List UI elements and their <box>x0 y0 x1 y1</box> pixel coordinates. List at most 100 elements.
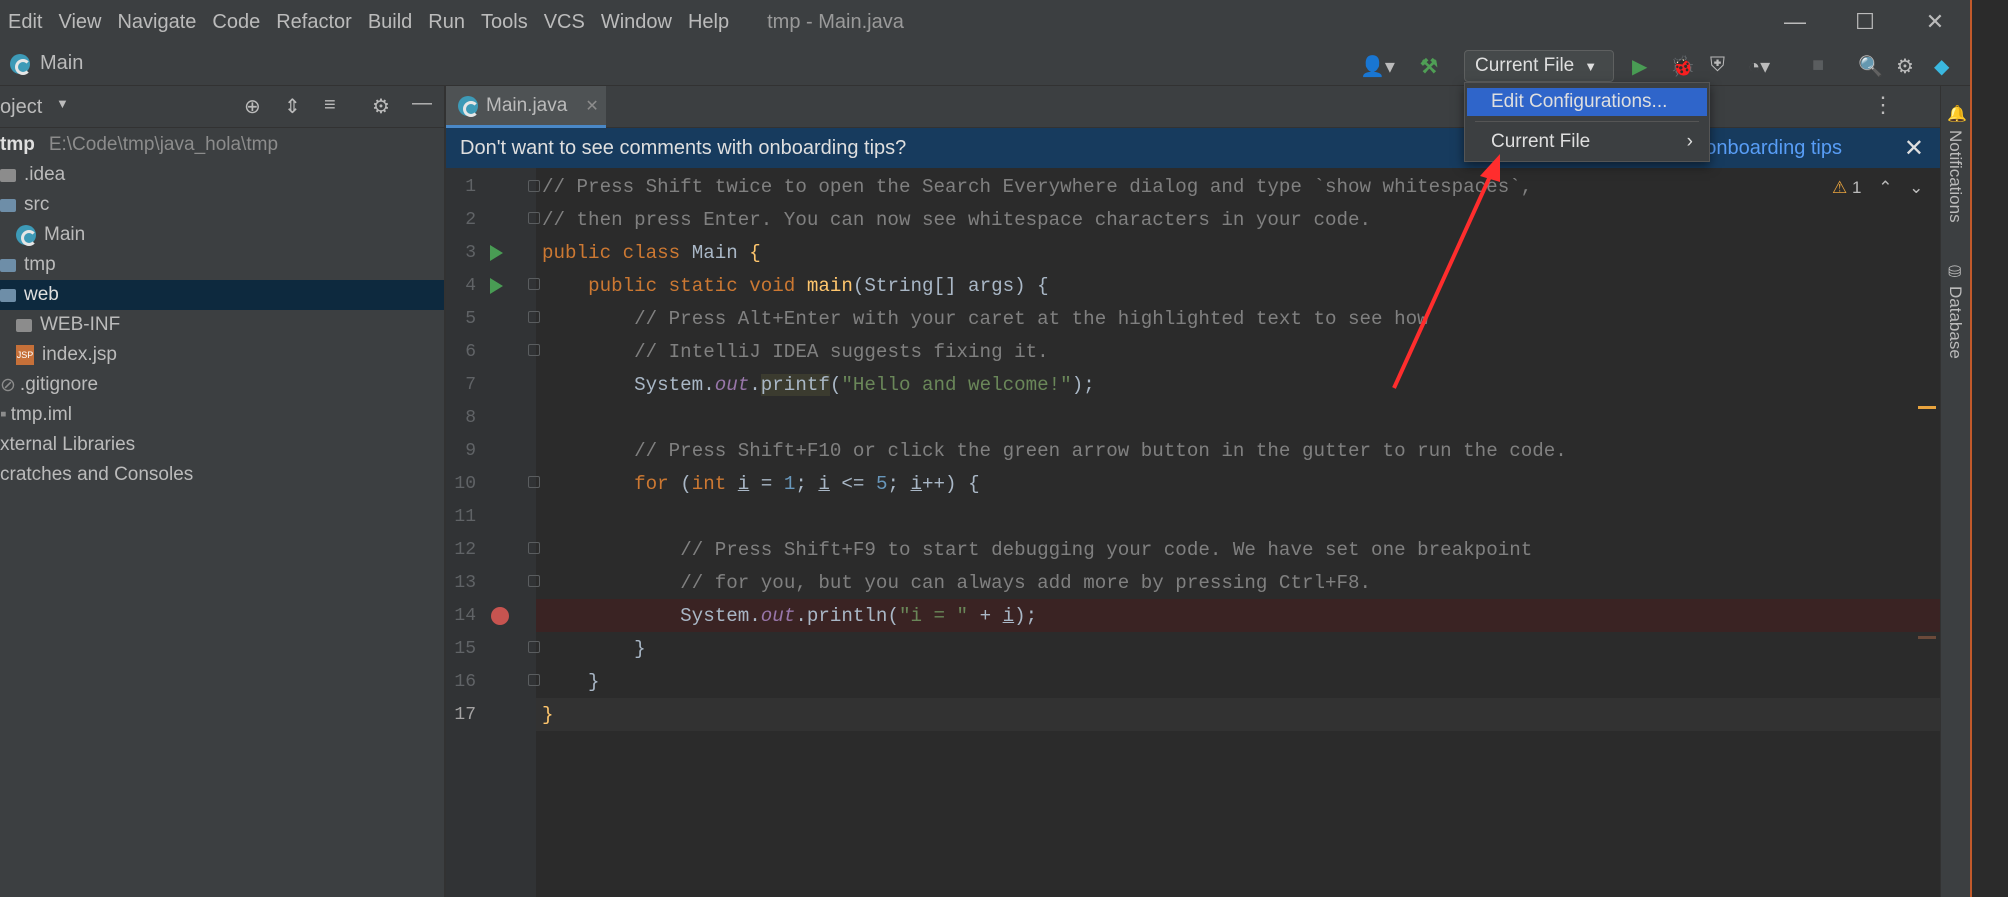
database-icon[interactable]: ⛁ <box>1948 262 1961 282</box>
close-window-button[interactable]: ✕ <box>1900 0 1970 44</box>
user-icon[interactable]: 👤▾ <box>1360 54 1395 79</box>
edit-configurations-item[interactable]: Edit Configurations... <box>1467 88 1707 116</box>
tree-item-tmp[interactable]: tmp <box>0 250 444 280</box>
build-hammer-icon[interactable]: ⚒ <box>1420 54 1438 79</box>
line-number: 8 <box>465 408 476 428</box>
menu-code[interactable]: Code <box>204 11 268 34</box>
code-line: System.out.println("i = " + i); <box>542 605 1038 627</box>
line-number: 14 <box>454 606 476 626</box>
breadcrumb[interactable]: Main <box>10 52 83 75</box>
notifications-tab[interactable]: Notifications <box>1945 130 1965 223</box>
tree-item-idea[interactable]: .idea <box>0 160 444 190</box>
menu-refactor[interactable]: Refactor <box>268 11 360 34</box>
tree-item-label: src <box>24 194 50 215</box>
close-icon[interactable]: ✕ <box>585 96 598 116</box>
breadcrumb-main[interactable]: Main <box>40 52 83 75</box>
bell-icon[interactable]: 🔔 <box>1947 104 1967 124</box>
fold-icon[interactable] <box>528 311 540 323</box>
class-icon <box>16 225 37 246</box>
fold-icon[interactable] <box>528 476 540 488</box>
menu-view[interactable]: View <box>50 11 109 34</box>
jetbrains-icon[interactable]: ◆ <box>1934 54 1949 79</box>
menu-help[interactable]: Help <box>680 11 737 34</box>
tree-item-label: tmp.iml <box>10 404 72 425</box>
code-line: // Press Shift+F10 or click the green ar… <box>634 440 1567 462</box>
run-icon[interactable]: ▶ <box>1632 54 1647 79</box>
chevron-up-icon[interactable]: ⌃ <box>1878 178 1892 197</box>
tree-item-web[interactable]: web <box>0 280 444 310</box>
breakpoint-icon[interactable] <box>491 607 509 625</box>
jsp-file-icon: JSP <box>16 345 34 365</box>
more-options-icon[interactable]: ⋮ <box>1872 92 1894 118</box>
tree-item-root[interactable]: tmp E:\Code\tmp\java_hola\tmp <box>0 130 444 160</box>
tree-item-label: index.jsp <box>42 344 117 365</box>
menu-run[interactable]: Run <box>420 11 473 34</box>
fold-icon[interactable] <box>528 542 540 554</box>
run-config-combo[interactable]: Current File ▼ <box>1464 50 1614 82</box>
ignore-file-icon: ⊘ <box>0 374 16 396</box>
coverage-icon[interactable]: ⛨ <box>1710 54 1725 77</box>
tree-item-main[interactable]: Main <box>0 220 444 250</box>
menu-tools[interactable]: Tools <box>473 11 536 34</box>
gear-icon[interactable]: ⚙ <box>1896 54 1914 79</box>
project-view-label[interactable]: oject <box>0 96 42 119</box>
tree-item-external-libraries[interactable]: xternal Libraries <box>0 430 444 460</box>
menu-window[interactable]: Window <box>593 11 680 34</box>
fold-icon[interactable] <box>528 278 540 290</box>
line-number: 5 <box>465 309 476 329</box>
tree-item-scratches[interactable]: cratches and Consoles <box>0 460 444 490</box>
folder-icon <box>16 318 32 332</box>
banner-text: Don't want to see comments with onboardi… <box>460 136 907 159</box>
close-icon[interactable]: ✕ <box>1904 134 1924 163</box>
tree-item-tmp-iml[interactable]: ▪ tmp.iml <box>0 400 444 430</box>
run-gutter-icon[interactable] <box>490 245 503 261</box>
inspection-widget[interactable]: ⚠ 1 ⌃ ⌄ <box>1832 178 1923 198</box>
locate-icon[interactable]: ⊕ <box>244 94 261 119</box>
fold-icon[interactable] <box>528 575 540 587</box>
code-line: // Press Shift twice to open the Search … <box>542 176 1533 198</box>
tab-main-java[interactable]: Main.java ✕ <box>446 86 606 128</box>
line-number: 1 <box>465 177 476 197</box>
gear-icon[interactable]: ⚙ <box>372 94 390 119</box>
fold-icon[interactable] <box>528 212 540 224</box>
code-line: } <box>542 704 554 726</box>
search-icon[interactable]: 🔍 <box>1858 54 1883 79</box>
debug-icon[interactable]: 🐞 <box>1670 54 1695 79</box>
tree-item-index-jsp[interactable]: JSP index.jsp <box>0 340 444 370</box>
web-folder-icon <box>0 288 16 302</box>
tree-item-label: web <box>24 284 59 305</box>
line-number: 2 <box>465 210 476 230</box>
profile-icon[interactable]: ◔▾ <box>1748 54 1770 79</box>
maximize-button[interactable]: ☐ <box>1830 0 1900 44</box>
collapse-all-icon[interactable]: ≡ <box>324 94 336 117</box>
chevron-down-icon[interactable]: ⌄ <box>1909 178 1923 197</box>
database-tab[interactable]: Database <box>1945 286 1965 359</box>
menu-build[interactable]: Build <box>360 11 420 34</box>
line-number: 13 <box>454 573 476 593</box>
minimize-button[interactable]: — <box>1760 0 1830 44</box>
menu-edit[interactable]: Edit <box>0 11 50 34</box>
menu-navigate[interactable]: Navigate <box>109 11 204 34</box>
tree-item-src[interactable]: src <box>0 190 444 220</box>
right-tool-stripe: 🔔 Notifications ⛁ Database <box>1940 86 1970 897</box>
warning-stripe-mark[interactable] <box>1918 406 1936 409</box>
run-gutter-icon[interactable] <box>490 278 503 294</box>
tree-item-label: cratches and Consoles <box>0 464 194 485</box>
minimize-panel-icon[interactable]: — <box>412 92 432 115</box>
line-number: 16 <box>454 672 476 692</box>
tree-item-web-inf[interactable]: WEB-INF <box>0 310 444 340</box>
expand-all-icon[interactable]: ⇕ <box>284 94 301 119</box>
fold-icon[interactable] <box>528 180 540 192</box>
chevron-down-icon[interactable]: ▼ <box>56 96 69 111</box>
breakpoint-stripe-mark[interactable] <box>1918 636 1936 639</box>
fold-icon[interactable] <box>528 641 540 653</box>
stop-icon[interactable]: ■ <box>1812 54 1824 77</box>
background-window-edge <box>1970 0 2008 897</box>
current-file-item[interactable]: Current File › <box>1467 127 1707 157</box>
fold-icon[interactable] <box>528 674 540 686</box>
menu-vcs[interactable]: VCS <box>536 11 593 34</box>
tree-item-gitignore[interactable]: ⊘ .gitignore <box>0 370 444 400</box>
fold-icon[interactable] <box>528 344 540 356</box>
code-line: } <box>542 671 600 693</box>
tree-item-label: tmp <box>24 254 56 275</box>
